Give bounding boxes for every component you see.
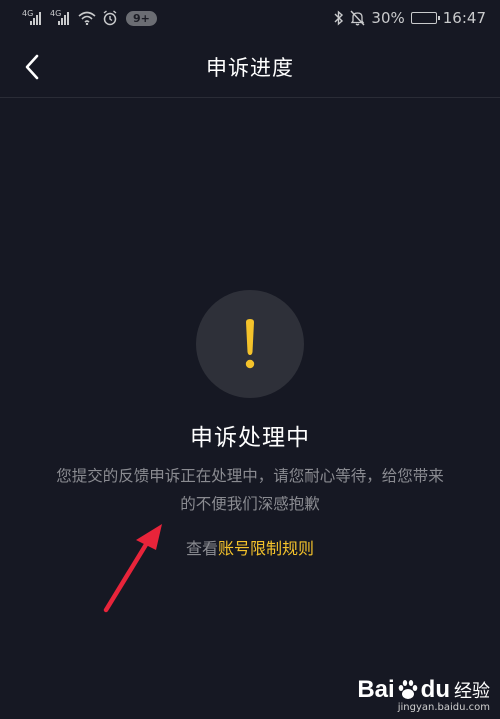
- watermark-brand-right: du: [420, 676, 450, 703]
- exclamation-icon: [245, 319, 255, 369]
- paw-logo-icon: [398, 680, 417, 699]
- rule-line: 查看账号限制规则: [0, 535, 500, 559]
- watermark-brand-suffix: 经验: [454, 681, 490, 702]
- status-time: 16:47: [442, 9, 486, 27]
- page-title: 申诉进度: [206, 55, 294, 80]
- baidu-watermark: Bai du 经验 jingyan.baidu.com: [357, 676, 490, 713]
- status-bar-right: 30% 16:47: [334, 9, 486, 27]
- bluetooth-icon: [334, 10, 344, 26]
- chevron-left-icon: [25, 54, 39, 80]
- network-type-label: 4G: [50, 9, 62, 18]
- account-restriction-rules-link[interactable]: 账号限制规则: [218, 539, 314, 558]
- annotation-arrow-icon: [103, 524, 162, 613]
- alert-circle: [196, 290, 304, 398]
- back-button[interactable]: [16, 50, 48, 84]
- network-type-label: 4G: [22, 9, 34, 18]
- signal-icon: 4G: [50, 9, 72, 25]
- notification-count-badge: 9+: [126, 10, 157, 26]
- signal-icon: 4G: [22, 9, 44, 25]
- battery-icon: [410, 12, 440, 24]
- screen: 4G 4G 9+ 30% 16:47 申诉进度 申诉处理中 您提交的反馈申诉正在…: [0, 0, 500, 719]
- alarm-icon: [103, 10, 117, 26]
- status-title: 申诉处理中: [190, 425, 310, 451]
- mute-icon: [350, 10, 365, 26]
- status-bar-left: 4G 4G 9+: [22, 9, 157, 26]
- status-bar: 4G 4G 9+ 30% 16:47: [0, 0, 500, 36]
- watermark-brand-left: Bai: [357, 676, 395, 703]
- watermark-brand: Bai du 经验: [357, 676, 490, 704]
- nav-bar: 申诉进度: [0, 36, 500, 98]
- battery-percent: 30%: [371, 9, 405, 27]
- wifi-icon: [78, 11, 96, 25]
- rule-prefix: 查看: [185, 539, 218, 558]
- status-description: 您提交的反馈申诉正在处理中，请您耐心等待，给您带来的不便我们深感抱歉: [56, 467, 444, 513]
